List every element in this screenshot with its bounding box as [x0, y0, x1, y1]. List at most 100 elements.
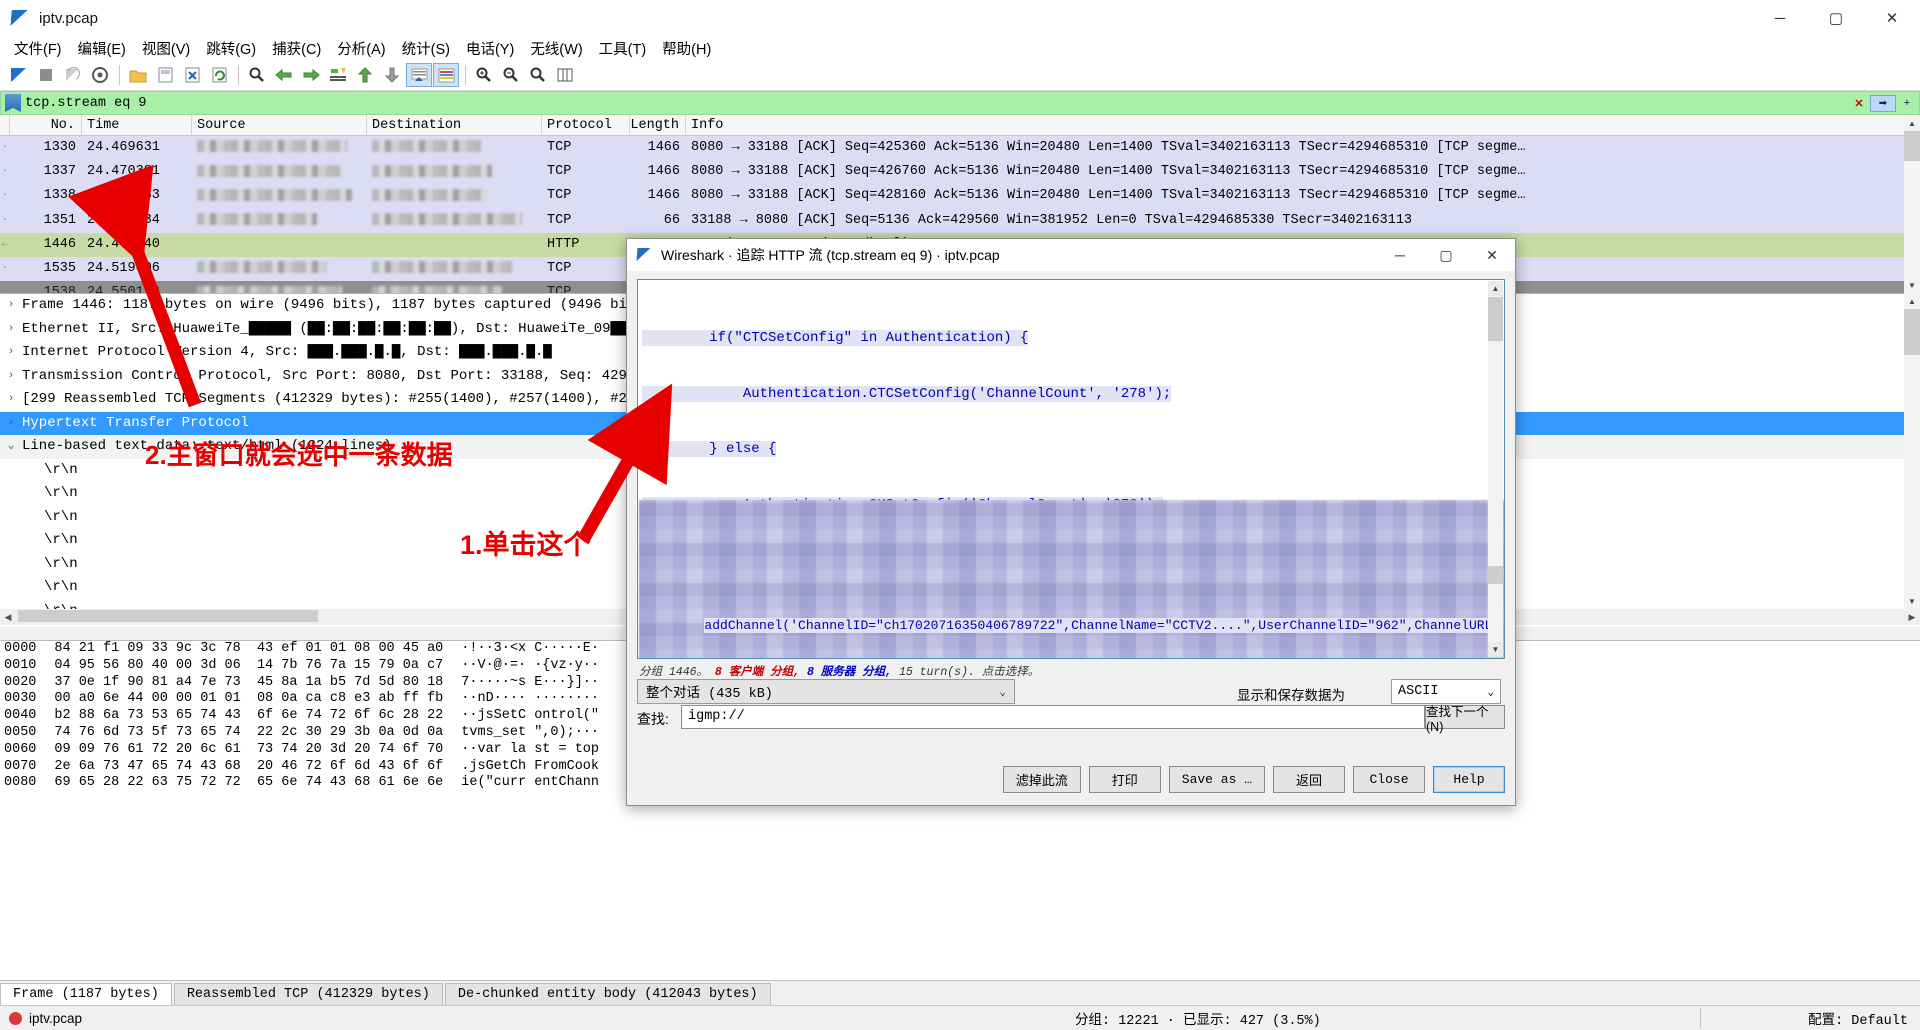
scroll-up-icon[interactable]: ▲ — [1904, 115, 1920, 131]
menu-tools[interactable]: 工具(T) — [591, 36, 655, 61]
close-button[interactable]: Close — [1353, 766, 1425, 793]
go-back-icon[interactable] — [271, 63, 297, 87]
scroll-thumb[interactable] — [1488, 297, 1503, 341]
resize-columns-icon[interactable] — [552, 63, 578, 87]
row-marker: ← — [0, 233, 10, 257]
print-button[interactable]: 打印 — [1089, 766, 1161, 793]
menu-statistics[interactable]: 统计(S) — [394, 36, 458, 61]
save-file-icon[interactable] — [152, 63, 178, 87]
hscroll-thumb[interactable] — [18, 610, 318, 622]
auto-scroll-icon[interactable] — [406, 63, 432, 87]
tab-dechunked-body[interactable]: De-chunked entity body (412043 bytes) — [445, 983, 771, 1005]
scroll-up-icon[interactable]: ▲ — [1488, 281, 1503, 296]
scroll-up-icon[interactable]: ▲ — [1904, 293, 1920, 309]
capture-status-icon[interactable] — [9, 1012, 22, 1025]
close-file-icon[interactable] — [179, 63, 205, 87]
stop-capture-icon[interactable] — [33, 63, 59, 87]
collapse-arrow-icon[interactable]: ⌄ — [0, 435, 22, 459]
scroll-left-icon[interactable]: ◀ — [0, 609, 16, 625]
menu-go[interactable]: 跳转(G) — [198, 36, 264, 61]
filter-input[interactable]: tcp.stream eq 9 — [25, 96, 1851, 111]
apply-filter-icon[interactable]: ➡ — [1870, 95, 1896, 112]
clear-filter-icon[interactable]: ✕ — [1851, 95, 1867, 111]
table-row[interactable]: · 1338 24.470383 TCP 1466 8080 → 33188 [… — [0, 184, 1920, 208]
colorize-icon[interactable] — [433, 63, 459, 87]
go-forward-icon[interactable] — [298, 63, 324, 87]
open-file-icon[interactable] — [125, 63, 151, 87]
expand-arrow-icon[interactable]: › — [0, 412, 22, 436]
cell-info: 8080 → 33188 [ACK] Seq=426760 Ack=5136 W… — [686, 160, 1920, 184]
scroll-down-icon[interactable]: ▼ — [1488, 642, 1503, 657]
menu-wireless[interactable]: 无线(W) — [522, 36, 590, 61]
column-destination[interactable]: Destination — [367, 115, 542, 136]
find-next-button[interactable]: 查找下一个(N) — [1425, 705, 1505, 729]
scroll-right-icon[interactable]: ▶ — [1904, 609, 1920, 625]
scroll-down-icon[interactable]: ▼ — [1904, 277, 1920, 293]
find-packet-icon[interactable] — [244, 63, 270, 87]
table-row[interactable]: · 1337 24.470381 TCP 1466 8080 → 33188 [… — [0, 160, 1920, 184]
display-filter-bar[interactable]: tcp.stream eq 9 ✕ ➡ + — [0, 91, 1920, 115]
table-row[interactable]: · 1351 24.472034 TCP 66 33188 → 8080 [AC… — [0, 209, 1920, 233]
expand-arrow-icon[interactable]: › — [0, 341, 22, 365]
chevron-down-icon[interactable]: ⌄ — [1487, 685, 1494, 699]
scroll-thumb[interactable] — [1904, 309, 1920, 355]
minimize-button[interactable]: ─ — [1752, 0, 1808, 36]
zoom-out-icon[interactable] — [498, 63, 524, 87]
column-length[interactable]: Length — [630, 115, 686, 136]
zoom-in-icon[interactable] — [471, 63, 497, 87]
zoom-reset-icon[interactable] — [525, 63, 551, 87]
expand-arrow-icon[interactable]: › — [0, 294, 22, 318]
tab-frame[interactable]: Frame (1187 bytes) — [0, 983, 172, 1005]
column-no[interactable]: No. — [10, 115, 82, 136]
conversation-select[interactable]: 整个对话 (435 kB) ⌄ — [637, 679, 1015, 704]
filter-out-stream-button[interactable]: 滤掉此流 — [1003, 766, 1081, 793]
menu-help[interactable]: 帮助(H) — [654, 36, 719, 61]
restart-capture-icon[interactable] — [60, 63, 86, 87]
dialog-maximize-button[interactable]: ▢ — [1423, 239, 1469, 271]
find-input[interactable]: igmp:// — [681, 705, 1425, 729]
go-to-packet-icon[interactable] — [325, 63, 351, 87]
dialog-minimize-button[interactable]: ─ — [1377, 239, 1423, 271]
stream-vertical-scrollbar[interactable]: ▲ ▼ — [1488, 281, 1503, 657]
reload-file-icon[interactable] — [206, 63, 232, 87]
column-source[interactable]: Source — [192, 115, 367, 136]
menu-analyze[interactable]: 分析(A) — [329, 36, 393, 61]
scroll-thumb-secondary[interactable] — [1488, 566, 1503, 584]
expand-arrow-icon[interactable]: › — [0, 388, 22, 412]
capture-options-icon[interactable] — [87, 63, 113, 87]
go-to-last-icon[interactable] — [379, 63, 405, 87]
status-packet: 分组 1446。 — [639, 666, 708, 679]
tab-reassembled-tcp[interactable]: Reassembled TCP (412329 bytes) — [174, 983, 443, 1005]
start-capture-icon[interactable] — [6, 63, 32, 87]
maximize-button[interactable]: ▢ — [1808, 0, 1864, 36]
menu-capture[interactable]: 捕获(C) — [264, 36, 329, 61]
filter-bookmark-icon[interactable] — [5, 94, 21, 112]
go-to-first-icon[interactable] — [352, 63, 378, 87]
dialog-close-button[interactable]: ✕ — [1469, 239, 1515, 271]
scroll-down-icon[interactable]: ▼ — [1904, 593, 1920, 609]
follow-http-stream-dialog[interactable]: Wireshark · 追踪 HTTP 流 (tcp.stream eq 9) … — [626, 238, 1516, 806]
help-button[interactable]: Help — [1433, 766, 1505, 793]
expand-arrow-icon[interactable]: › — [0, 365, 22, 389]
save-as-button[interactable]: Save as … — [1169, 766, 1265, 793]
expand-filter-icon[interactable]: + — [1899, 95, 1915, 111]
back-button[interactable]: 返回 — [1273, 766, 1345, 793]
chevron-down-icon[interactable]: ⌄ — [999, 685, 1006, 699]
detail-pane-scrollbar[interactable]: ▲ ▼ — [1904, 293, 1920, 609]
table-row[interactable]: · 1330 24.469631 TCP 1466 8080 → 33188 [… — [0, 136, 1920, 160]
column-protocol[interactable]: Protocol — [542, 115, 630, 136]
menu-view[interactable]: 视图(V) — [134, 36, 198, 61]
expand-arrow-icon[interactable]: › — [0, 318, 22, 342]
stream-content-view[interactable]: if("CTCSetConfig" in Authentication) { A… — [637, 279, 1505, 659]
menu-file[interactable]: 文件(F) — [6, 36, 70, 61]
redacted-destination — [372, 261, 512, 273]
packet-list-scrollbar[interactable]: ▲ ▼ — [1904, 115, 1920, 293]
menu-edit[interactable]: 编辑(E) — [70, 36, 134, 61]
column-time[interactable]: Time — [82, 115, 192, 136]
menu-telephony[interactable]: 电话(Y) — [458, 36, 522, 61]
close-button[interactable]: ✕ — [1864, 0, 1920, 36]
status-client-packets: 8 客户端 分组, — [715, 666, 800, 679]
column-info[interactable]: Info — [686, 115, 1920, 136]
scroll-thumb[interactable] — [1904, 131, 1920, 161]
hex-offset: 0040 — [4, 708, 36, 723]
